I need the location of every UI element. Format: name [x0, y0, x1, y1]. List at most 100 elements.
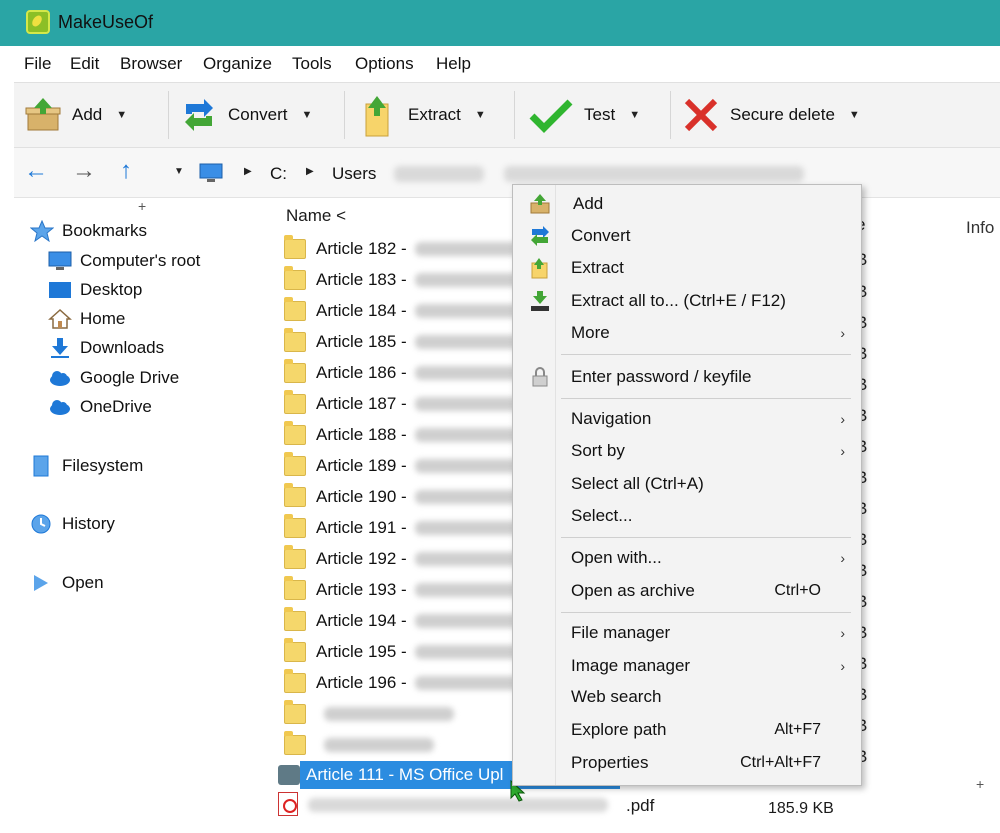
menu-item-web-search[interactable]: Web search	[513, 682, 861, 712]
menu-help[interactable]: Help	[436, 54, 471, 74]
sidebar-item-history[interactable]: History	[30, 513, 115, 535]
computer-icon	[48, 251, 72, 270]
sidebar-item-computers-root[interactable]: Computer's root	[48, 250, 200, 272]
delete-x-icon	[684, 98, 718, 132]
menu-item-image-manager[interactable]: Image manager ›	[513, 651, 861, 681]
sidebar-history-label: History	[62, 514, 115, 533]
breadcrumb-c-drive[interactable]: C:	[270, 164, 287, 184]
sidebar-item-onedrive[interactable]: OneDrive	[48, 396, 152, 418]
menu-browser[interactable]: Browser	[120, 54, 182, 74]
secure-delete-button[interactable]: Secure delete ▼	[682, 83, 860, 147]
test-label: Test	[584, 105, 616, 124]
menu-item-add[interactable]: Add	[513, 189, 861, 219]
sidebar-item-home[interactable]: Home	[48, 308, 125, 330]
folder-icon	[284, 328, 306, 352]
submenu-chevron-icon: ›	[840, 411, 845, 427]
sidebar-item-filesystem[interactable]: Filesystem	[30, 455, 143, 477]
blurred-breadcrumb	[394, 166, 484, 182]
menu-edit[interactable]: Edit	[70, 54, 99, 74]
submenu-chevron-icon: ›	[840, 325, 845, 341]
sidebar-item-label: Google Drive	[80, 368, 180, 387]
collapse-plus-icon[interactable]: +	[976, 776, 984, 792]
blurred-filename	[324, 707, 454, 721]
menu-item-open-as-archive[interactable]: Open as archive Ctrl+O	[513, 576, 861, 606]
menu-item-sort-by[interactable]: Sort by ›	[513, 436, 861, 466]
menu-file[interactable]: File	[24, 54, 51, 74]
folder-icon	[284, 576, 306, 600]
folder-icon	[284, 669, 306, 693]
add-button[interactable]: Add ▼	[24, 83, 127, 147]
column-header-name[interactable]: Name <	[286, 206, 346, 226]
sidebar-item-downloads[interactable]: Downloads	[48, 337, 164, 359]
toolbar-divider	[514, 91, 515, 139]
download-icon	[51, 338, 69, 358]
menu-item-more[interactable]: More ›	[513, 318, 861, 348]
menu-options[interactable]: Options	[355, 54, 414, 74]
sidebar-bookmarks-label: Bookmarks	[62, 221, 148, 240]
location-dropdown-icon[interactable]: ▼	[174, 166, 184, 177]
menu-item-explore-path[interactable]: Explore path Alt+F7	[513, 715, 861, 745]
home-icon	[48, 308, 72, 329]
sidebar-item-label: Computer's root	[80, 251, 201, 270]
sidebar-item-bookmarks[interactable]: Bookmarks	[30, 220, 147, 242]
extract-icon	[531, 258, 548, 279]
submenu-chevron-icon: ›	[840, 625, 845, 641]
menu-item-open-with[interactable]: Open with... ›	[513, 543, 861, 573]
back-arrow-icon[interactable]: ←	[24, 158, 48, 184]
extract-button[interactable]: Extract ▼	[360, 83, 486, 147]
submenu-chevron-icon: ›	[840, 658, 845, 674]
breadcrumb-separator-icon: ▶	[306, 166, 314, 177]
cloud-icon	[50, 371, 70, 386]
menu-item-properties[interactable]: Properties Ctrl+Alt+F7	[513, 748, 861, 778]
convert-dropdown-icon[interactable]: ▼	[302, 109, 313, 121]
shortcut-label: Ctrl+Alt+F7	[740, 754, 821, 771]
menu-item-navigation[interactable]: Navigation ›	[513, 404, 861, 434]
add-archive-icon	[530, 194, 550, 214]
secure-delete-dropdown-icon[interactable]: ▼	[849, 109, 860, 121]
toolbar: Add ▼ Convert ▼ Extract ▼ Test ▼ Secure …	[14, 82, 1000, 148]
folder-icon	[284, 359, 306, 383]
toolbar-divider	[168, 91, 169, 139]
convert-icon	[531, 226, 549, 246]
folder-icon	[284, 514, 306, 538]
collapse-plus-icon[interactable]: +	[138, 198, 146, 214]
app-logo-icon	[26, 10, 50, 34]
blurred-breadcrumb	[504, 166, 804, 182]
shortcut-label: Alt+F7	[774, 721, 821, 738]
menu-item-convert[interactable]: Convert	[513, 221, 861, 251]
menu-divider	[561, 612, 851, 613]
clock-icon	[31, 514, 51, 534]
breadcrumb-users[interactable]: Users	[332, 164, 376, 184]
folder-icon	[284, 483, 306, 507]
menu-item-select-all[interactable]: Select all (Ctrl+A)	[513, 469, 861, 499]
convert-button[interactable]: Convert ▼	[180, 83, 312, 147]
menu-item-select[interactable]: Select...	[513, 501, 861, 531]
computer-icon[interactable]	[198, 162, 224, 184]
extract-dropdown-icon[interactable]: ▼	[475, 109, 486, 121]
star-icon	[30, 220, 54, 242]
sidebar-item-desktop[interactable]: Desktop	[48, 279, 142, 301]
add-dropdown-icon[interactable]: ▼	[116, 109, 127, 121]
folder-icon	[284, 452, 306, 476]
menu-bar: File Edit Browser Organize Tools Options…	[0, 46, 1000, 82]
pdf-icon	[278, 792, 298, 816]
test-button[interactable]: Test ▼	[528, 83, 640, 147]
test-dropdown-icon[interactable]: ▼	[629, 109, 640, 121]
column-header-info[interactable]: Info	[966, 218, 994, 238]
up-arrow-icon[interactable]: ↑	[120, 158, 132, 184]
menu-tools[interactable]: Tools	[292, 54, 332, 74]
play-arrow-icon	[34, 575, 48, 591]
menu-item-extract[interactable]: Extract	[513, 253, 861, 283]
menu-organize[interactable]: Organize	[203, 54, 272, 74]
menu-item-extract-all[interactable]: Extract all to... (Ctrl+E / F12)	[513, 286, 861, 316]
lock-icon	[532, 367, 548, 387]
folder-icon	[284, 421, 306, 445]
menu-item-file-manager[interactable]: File manager ›	[513, 618, 861, 648]
sidebar-item-open[interactable]: Open	[30, 572, 104, 594]
checkmark-icon	[529, 99, 573, 133]
menu-item-enter-password[interactable]: Enter password / keyfile	[513, 362, 861, 392]
sidebar-item-google-drive[interactable]: Google Drive	[48, 367, 179, 389]
folder-icon	[284, 297, 306, 321]
sidebar-item-label: Home	[80, 309, 126, 328]
forward-arrow-icon[interactable]: →	[72, 158, 96, 184]
